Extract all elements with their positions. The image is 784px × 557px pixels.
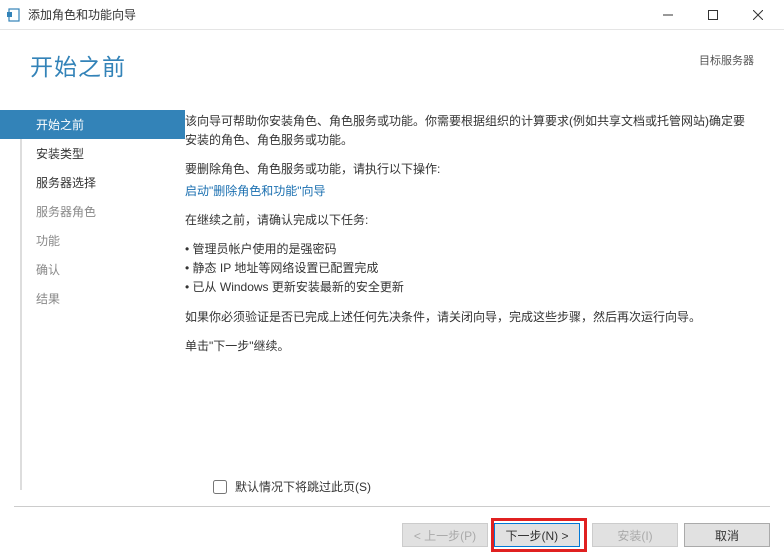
window-title: 添加角色和功能向导 <box>28 6 645 23</box>
task-item: 管理员帐户使用的是强密码 <box>185 240 754 259</box>
nav-before-you-begin[interactable]: 开始之前 <box>0 110 185 139</box>
minimize-button[interactable] <box>645 1 690 29</box>
previous-button: < 上一步(P) <box>402 523 488 547</box>
nav-label: 安装类型 <box>36 147 84 161</box>
skip-page-row[interactable]: 默认情况下将跳过此页(S) <box>213 478 371 495</box>
window-controls <box>645 1 780 29</box>
install-button: 安装(I) <box>592 523 678 547</box>
nav-server-selection[interactable]: 服务器选择 <box>0 168 185 197</box>
nav-label: 服务器选择 <box>36 176 96 190</box>
footer-divider <box>14 506 770 507</box>
close-button[interactable] <box>735 1 780 29</box>
skip-page-checkbox[interactable] <box>213 480 227 494</box>
remove-roles-link[interactable]: 启动"删除角色和功能"向导 <box>185 184 326 198</box>
target-server-label: 目标服务器 <box>699 48 754 68</box>
wizard-body: 开始之前 安装类型 服务器选择 服务器角色 功能 确认 结果 该向导可帮助你安装… <box>0 100 784 500</box>
pre-tasks-label: 在继续之前，请确认完成以下任务: <box>185 211 754 230</box>
app-icon <box>6 7 22 23</box>
wizard-content: 该向导可帮助你安装角色、角色服务或功能。你需要根据组织的计算要求(例如共享文档或… <box>185 100 784 500</box>
nav-installation-type[interactable]: 安装类型 <box>0 139 185 168</box>
wizard-sidebar: 开始之前 安装类型 服务器选择 服务器角色 功能 确认 结果 <box>0 100 185 500</box>
task-list: 管理员帐户使用的是强密码 静态 IP 地址等网络设置已配置完成 已从 Windo… <box>185 240 754 298</box>
nav-server-roles: 服务器角色 <box>0 197 185 226</box>
nav-label: 开始之前 <box>36 118 84 132</box>
task-item: 已从 Windows 更新安装最新的安全更新 <box>185 278 754 297</box>
nav-confirmation: 确认 <box>0 255 185 284</box>
task-item: 静态 IP 地址等网络设置已配置完成 <box>185 259 754 278</box>
verify-note: 如果你必须验证是否已完成上述任何先决条件，请关闭向导，完成这些步骤，然后再次运行… <box>185 308 754 327</box>
continue-note: 单击"下一步"继续。 <box>185 337 754 356</box>
nav-features: 功能 <box>0 226 185 255</box>
wizard-header: 开始之前 目标服务器 <box>0 30 784 100</box>
maximize-button[interactable] <box>690 1 735 29</box>
nav-label: 功能 <box>36 234 60 248</box>
cancel-button[interactable]: 取消 <box>684 523 770 547</box>
nav-label: 结果 <box>36 292 60 306</box>
remove-roles-label: 要删除角色、角色服务或功能，请执行以下操作: <box>185 160 754 179</box>
skip-page-label: 默认情况下将跳过此页(S) <box>235 478 371 495</box>
next-button[interactable]: 下一步(N) > <box>494 523 580 547</box>
nav-results: 结果 <box>0 284 185 313</box>
intro-text: 该向导可帮助你安装角色、角色服务或功能。你需要根据组织的计算要求(例如共享文档或… <box>185 112 754 150</box>
titlebar: 添加角色和功能向导 <box>0 0 784 30</box>
nav-label: 确认 <box>36 263 60 277</box>
wizard-footer: < 上一步(P) 下一步(N) > 安装(I) 取消 <box>402 523 770 547</box>
page-title: 开始之前 <box>30 48 126 82</box>
nav-label: 服务器角色 <box>36 205 96 219</box>
